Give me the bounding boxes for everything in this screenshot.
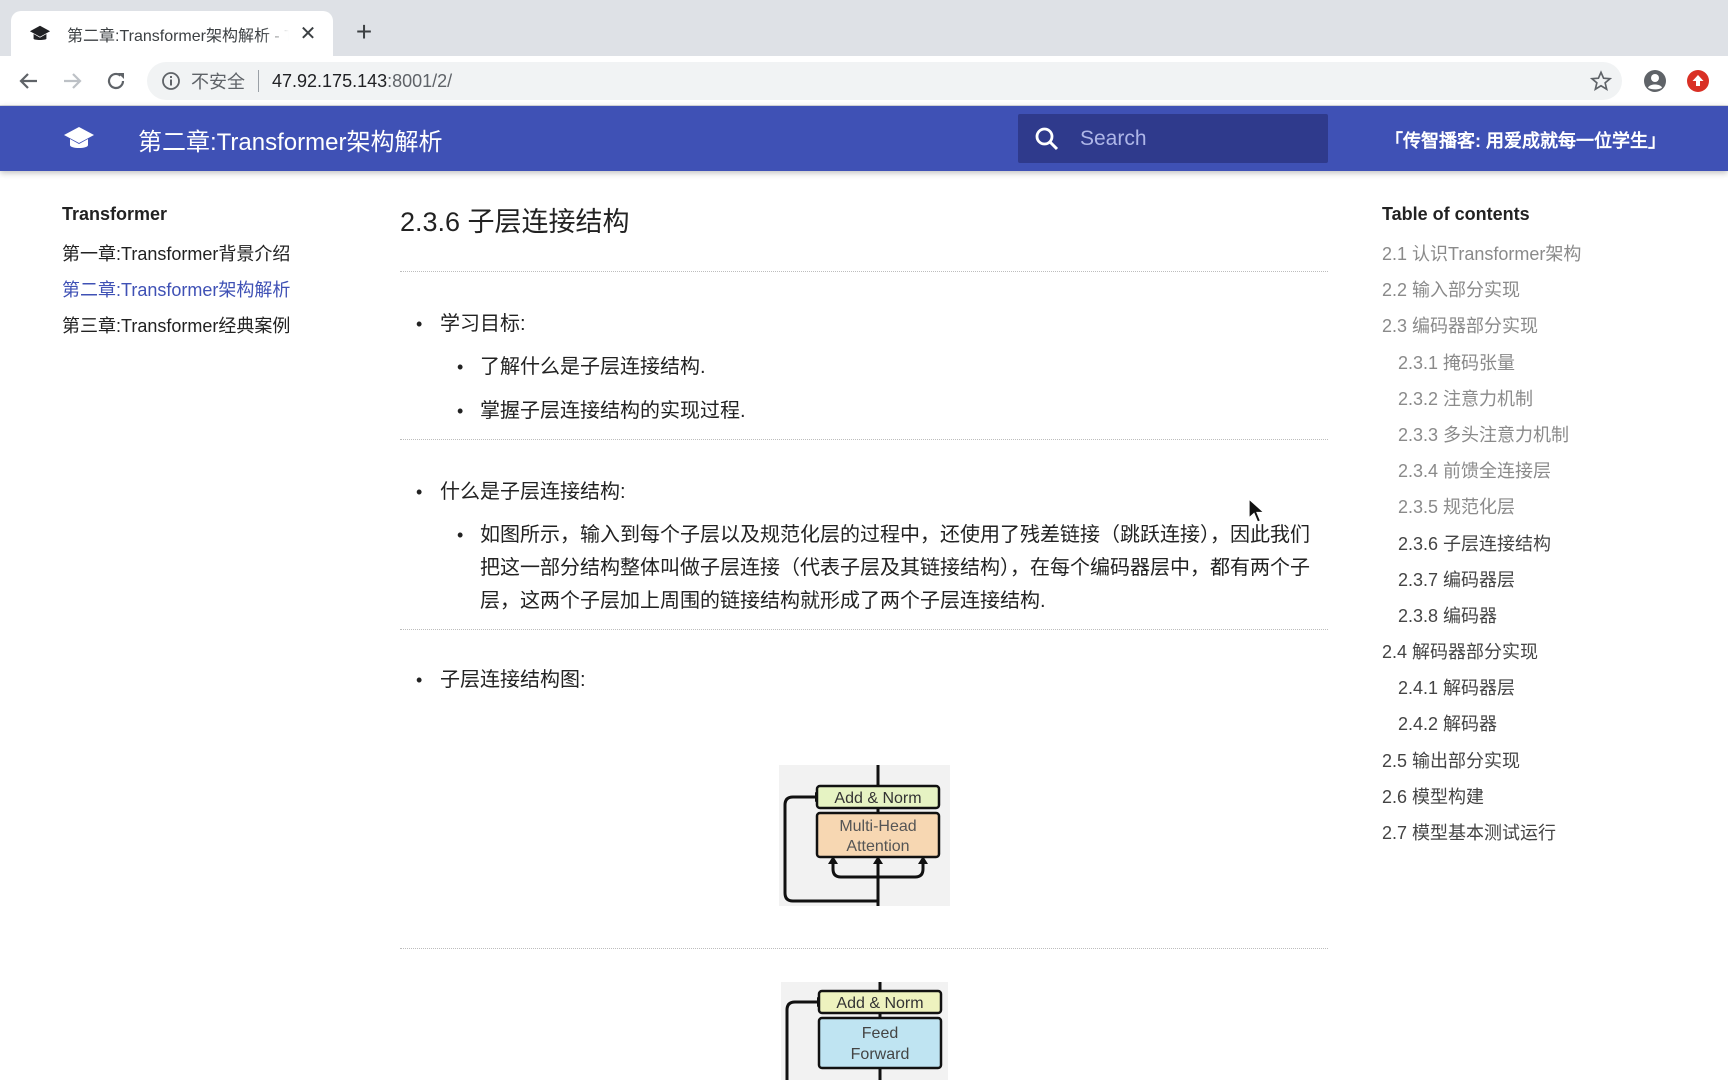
diagram-graphic: Add & Norm Multi-Head Attention xyxy=(783,765,941,906)
list-item: 掌握子层连接结构的实现过程. xyxy=(440,395,1328,428)
search-icon xyxy=(1035,127,1059,150)
address-bar[interactable]: 不安全 47.92.175.143:8001/2/ xyxy=(147,62,1622,100)
bookmark-star-icon[interactable] xyxy=(1590,70,1612,92)
toc-item[interactable]: 2.4.2 解码器 xyxy=(1382,710,1712,734)
reload-icon xyxy=(107,72,125,90)
site-tagline: 「传智播客: 用爱成就每一位学生」 xyxy=(1385,131,1666,151)
toc-item[interactable]: 2.3.7 编码器层 xyxy=(1382,566,1712,590)
nav-item-chapter-2[interactable]: 第二章:Transformer架构解析 xyxy=(62,276,342,300)
main-content: 2.3.6 子层连接结构 学习目标: 了解什么是子层连接结构. 掌握子层连接结构… xyxy=(400,200,1328,697)
profile-icon[interactable] xyxy=(1643,69,1667,93)
toc-item[interactable]: 2.3.6 子层连接结构 xyxy=(1382,530,1712,554)
toc-item[interactable]: 2.7 模型基本测试运行 xyxy=(1382,819,1712,843)
add-norm-label: Add & Norm xyxy=(836,995,923,1012)
divider xyxy=(400,948,1328,949)
diagram-graphic: Add & Norm Feed Forward xyxy=(785,982,943,1080)
block-label-1: Feed xyxy=(862,1025,898,1042)
graduation-cap-icon xyxy=(29,25,51,40)
toc-item[interactable]: 2.3.5 规范化层 xyxy=(1382,493,1712,517)
section-heading-text: 什么是子层连接结构: xyxy=(440,481,626,503)
nav-heading: Transformer xyxy=(62,204,168,224)
toc-item[interactable]: 2.3.3 多头注意力机制 xyxy=(1382,421,1712,445)
section-what-is: 什么是子层连接结构: 如图所示，输入到每个子层以及规范化层的过程中，还使用了残差… xyxy=(400,476,1328,618)
school-logo-icon[interactable] xyxy=(63,125,95,153)
new-tab-button[interactable]: + xyxy=(350,18,378,46)
toc-item[interactable]: 2.5 输出部分实现 xyxy=(1382,747,1712,771)
tab-title: 第二章:Transformer架构解析 - Transformer xyxy=(67,27,289,45)
toc-item[interactable]: 2.4.1 解码器层 xyxy=(1382,674,1712,698)
browser-tab-bar: 第二章:Transformer架构解析 - Transformer ✕ + xyxy=(0,0,1728,56)
toc-item[interactable]: 2.3.1 掩码张量 xyxy=(1382,349,1712,373)
page-title: 2.3.6 子层连接结构 xyxy=(400,207,630,237)
list-item: 了解什么是子层连接结构. xyxy=(440,351,1328,384)
browser-toolbar: 不安全 47.92.175.143:8001/2/ xyxy=(0,56,1728,106)
security-status: 不安全 xyxy=(191,72,245,92)
add-norm-label: Add & Norm xyxy=(834,790,921,807)
info-icon[interactable] xyxy=(161,71,181,91)
sublayer-diagram-attention: Add & Norm Multi-Head Attention xyxy=(779,765,950,906)
block-label-2: Forward xyxy=(851,1046,910,1063)
arrow-left-icon xyxy=(19,73,37,89)
block-label-2: Attention xyxy=(846,838,909,855)
section-heading: 子层连接结构图: xyxy=(400,664,1328,697)
toc-item[interactable]: 2.3.4 前馈全连接层 xyxy=(1382,457,1712,481)
site-title: 第二章:Transformer架构解析 xyxy=(138,129,443,156)
update-icon[interactable] xyxy=(1686,69,1710,93)
toc-item[interactable]: 2.6 模型构建 xyxy=(1382,783,1712,807)
browser-tab[interactable]: 第二章:Transformer架构解析 - Transformer ✕ xyxy=(11,11,333,56)
url-path: :8001/2/ xyxy=(387,70,453,91)
divider xyxy=(400,271,1328,272)
section-heading: 什么是子层连接结构: 如图所示，输入到每个子层以及规范化层的过程中，还使用了残差… xyxy=(400,476,1328,618)
toc-item[interactable]: 2.1 认识Transformer架构 xyxy=(1382,240,1712,264)
divider xyxy=(400,439,1328,440)
nav-item-chapter-1[interactable]: 第一章:Transformer背景介绍 xyxy=(62,240,342,264)
toc-list: 2.1 认识Transformer架构 2.2 输入部分实现 2.3 编码器部分实现… xyxy=(1382,240,1712,843)
section-diagram: 子层连接结构图: xyxy=(400,664,1328,697)
search-input[interactable] xyxy=(1080,126,1310,151)
forward-button[interactable] xyxy=(56,65,88,97)
toc-heading: Table of contents xyxy=(1382,204,1530,224)
section-learning-goals: 学习目标: 了解什么是子层连接结构. 掌握子层连接结构的实现过程. xyxy=(400,308,1328,428)
table-of-contents: Table of contents 2.1 认识Transformer架构 2.2… xyxy=(1382,204,1712,855)
search-box[interactable] xyxy=(1018,114,1328,163)
arrow-right-icon xyxy=(64,73,82,89)
close-tab-icon[interactable]: ✕ xyxy=(297,23,319,45)
list-item: 如图所示，输入到每个子层以及规范化层的过程中，还使用了残差链接（跳跃连接），因此… xyxy=(440,519,1328,618)
section-heading: 学习目标: 了解什么是子层连接结构. 掌握子层连接结构的实现过程. xyxy=(400,308,1328,428)
section-heading-text: 学习目标: xyxy=(440,313,526,335)
toc-item[interactable]: 2.3.2 注意力机制 xyxy=(1382,385,1712,409)
separator xyxy=(258,70,259,92)
left-navigation: Transformer 第一章:Transformer背景介绍 第二章:Tran… xyxy=(62,204,342,348)
site-header: 第二章:Transformer架构解析 「传智播客: 用爱成就每一位学生」 xyxy=(0,106,1728,171)
toc-item[interactable]: 2.3 编码器部分实现 xyxy=(1382,312,1712,336)
reload-button[interactable] xyxy=(100,65,132,97)
toc-item[interactable]: 2.2 输入部分实现 xyxy=(1382,276,1712,300)
block-label-1: Multi-Head xyxy=(839,818,916,835)
toc-item[interactable]: 2.3.8 编码器 xyxy=(1382,602,1712,626)
url-host: 47.92.175.143 xyxy=(272,70,388,91)
sublayer-diagram-feedforward: Add & Norm Feed Forward xyxy=(781,982,948,1080)
nav-item-chapter-3[interactable]: 第三章:Transformer经典案例 xyxy=(62,312,342,336)
divider xyxy=(400,629,1328,630)
back-button[interactable] xyxy=(13,65,45,97)
toc-item[interactable]: 2.4 解码器部分实现 xyxy=(1382,638,1712,662)
